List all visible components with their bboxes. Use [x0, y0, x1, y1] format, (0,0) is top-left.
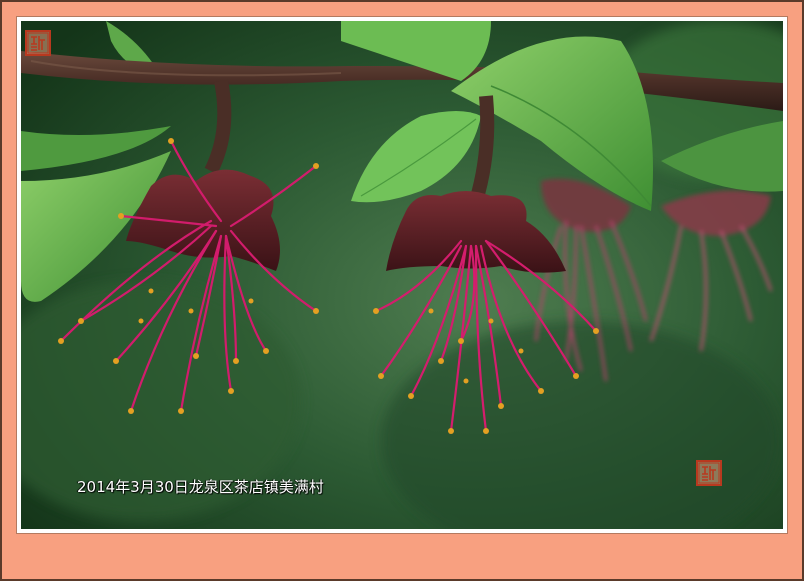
flower-photo: 2014年3月30日龙泉区茶店镇美满村: [21, 21, 783, 529]
red-seal-stamp-icon: [25, 30, 51, 56]
red-seal-stamp-icon: [696, 460, 722, 486]
flower-illustration: [21, 21, 783, 529]
photo-caption: 2014年3月30日龙泉区茶店镇美满村: [77, 478, 324, 496]
